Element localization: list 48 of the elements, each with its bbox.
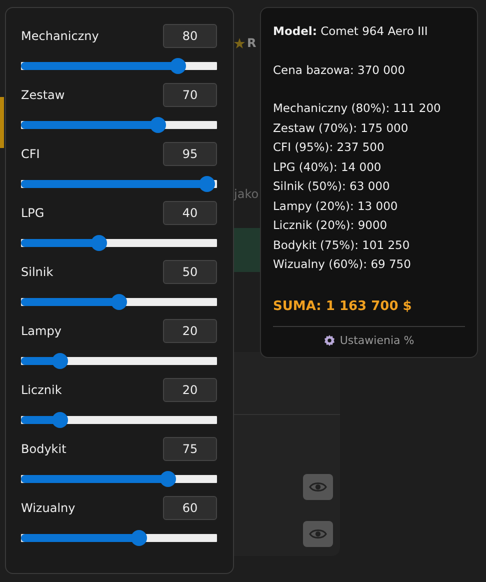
price-line: Silnik (50%): 63 000 [273, 178, 391, 195]
slider-thumb[interactable] [199, 176, 216, 192]
value-field[interactable]: 95 [163, 142, 217, 166]
slider-label: Wizualny [21, 501, 76, 515]
value-field[interactable]: 50 [163, 260, 217, 284]
total-text: SUMA: 1 163 700 $ [273, 298, 413, 314]
base-price-text: Cena bazowa: 370 000 [273, 62, 406, 78]
note-text: jako [234, 187, 260, 201]
slider-label: Licznik [21, 383, 62, 397]
slider-thumb[interactable] [52, 412, 68, 428]
model-text: Model: Comet 964 Aero III [273, 23, 429, 40]
slider-thumb[interactable] [111, 294, 127, 310]
accent-bar [0, 97, 4, 148]
price-line: Wizualny (60%): 69 750 [273, 256, 412, 273]
settings-link[interactable]: Ustawienia % [273, 334, 465, 346]
slider-thumb[interactable] [52, 353, 68, 369]
slider-thumb[interactable] [150, 117, 166, 133]
slider-label: Zestaw [21, 88, 65, 102]
slider-thumb[interactable] [130, 530, 147, 546]
price-line: Mechaniczny (80%): 111 200 [273, 100, 442, 117]
value-field[interactable]: 40 [163, 201, 217, 225]
slider-thumb[interactable] [170, 58, 186, 74]
value-field[interactable]: 20 [163, 378, 217, 402]
slider-label: Silnik [21, 265, 54, 279]
value-field[interactable]: 80 [163, 24, 217, 48]
eye-icon [309, 528, 327, 540]
slider-thumb[interactable] [91, 235, 108, 251]
price-line: LPG (40%): 14 000 [273, 158, 382, 176]
slider-label: Lampy [21, 324, 62, 338]
slider-label: CFI [21, 147, 40, 161]
slider-label: Bodykit [21, 442, 66, 456]
price-line: Lampy (20%): 13 000 [273, 198, 399, 214]
gear-icon [324, 334, 335, 346]
price-line: Licznik (20%): 9000 [273, 217, 388, 234]
highlight-block [234, 228, 260, 272]
rating-text: R [247, 36, 256, 50]
value-field[interactable]: 70 [163, 83, 217, 107]
price-line: Zestaw (70%): 175 000 [273, 120, 410, 136]
slider-thumb[interactable] [160, 471, 176, 487]
slider-label: Mechaniczny [21, 29, 99, 43]
value-field[interactable]: 60 [163, 496, 217, 520]
value-field[interactable]: 20 [163, 319, 217, 343]
price-line: CFI (95%): 237 500 [273, 139, 386, 156]
eye-icon [309, 480, 327, 493]
star-icon [234, 38, 245, 48]
price-line: Bodykit (75%): 101 250 [273, 236, 411, 254]
value-field[interactable]: 75 [163, 437, 217, 461]
slider-label: LPG [21, 206, 44, 220]
